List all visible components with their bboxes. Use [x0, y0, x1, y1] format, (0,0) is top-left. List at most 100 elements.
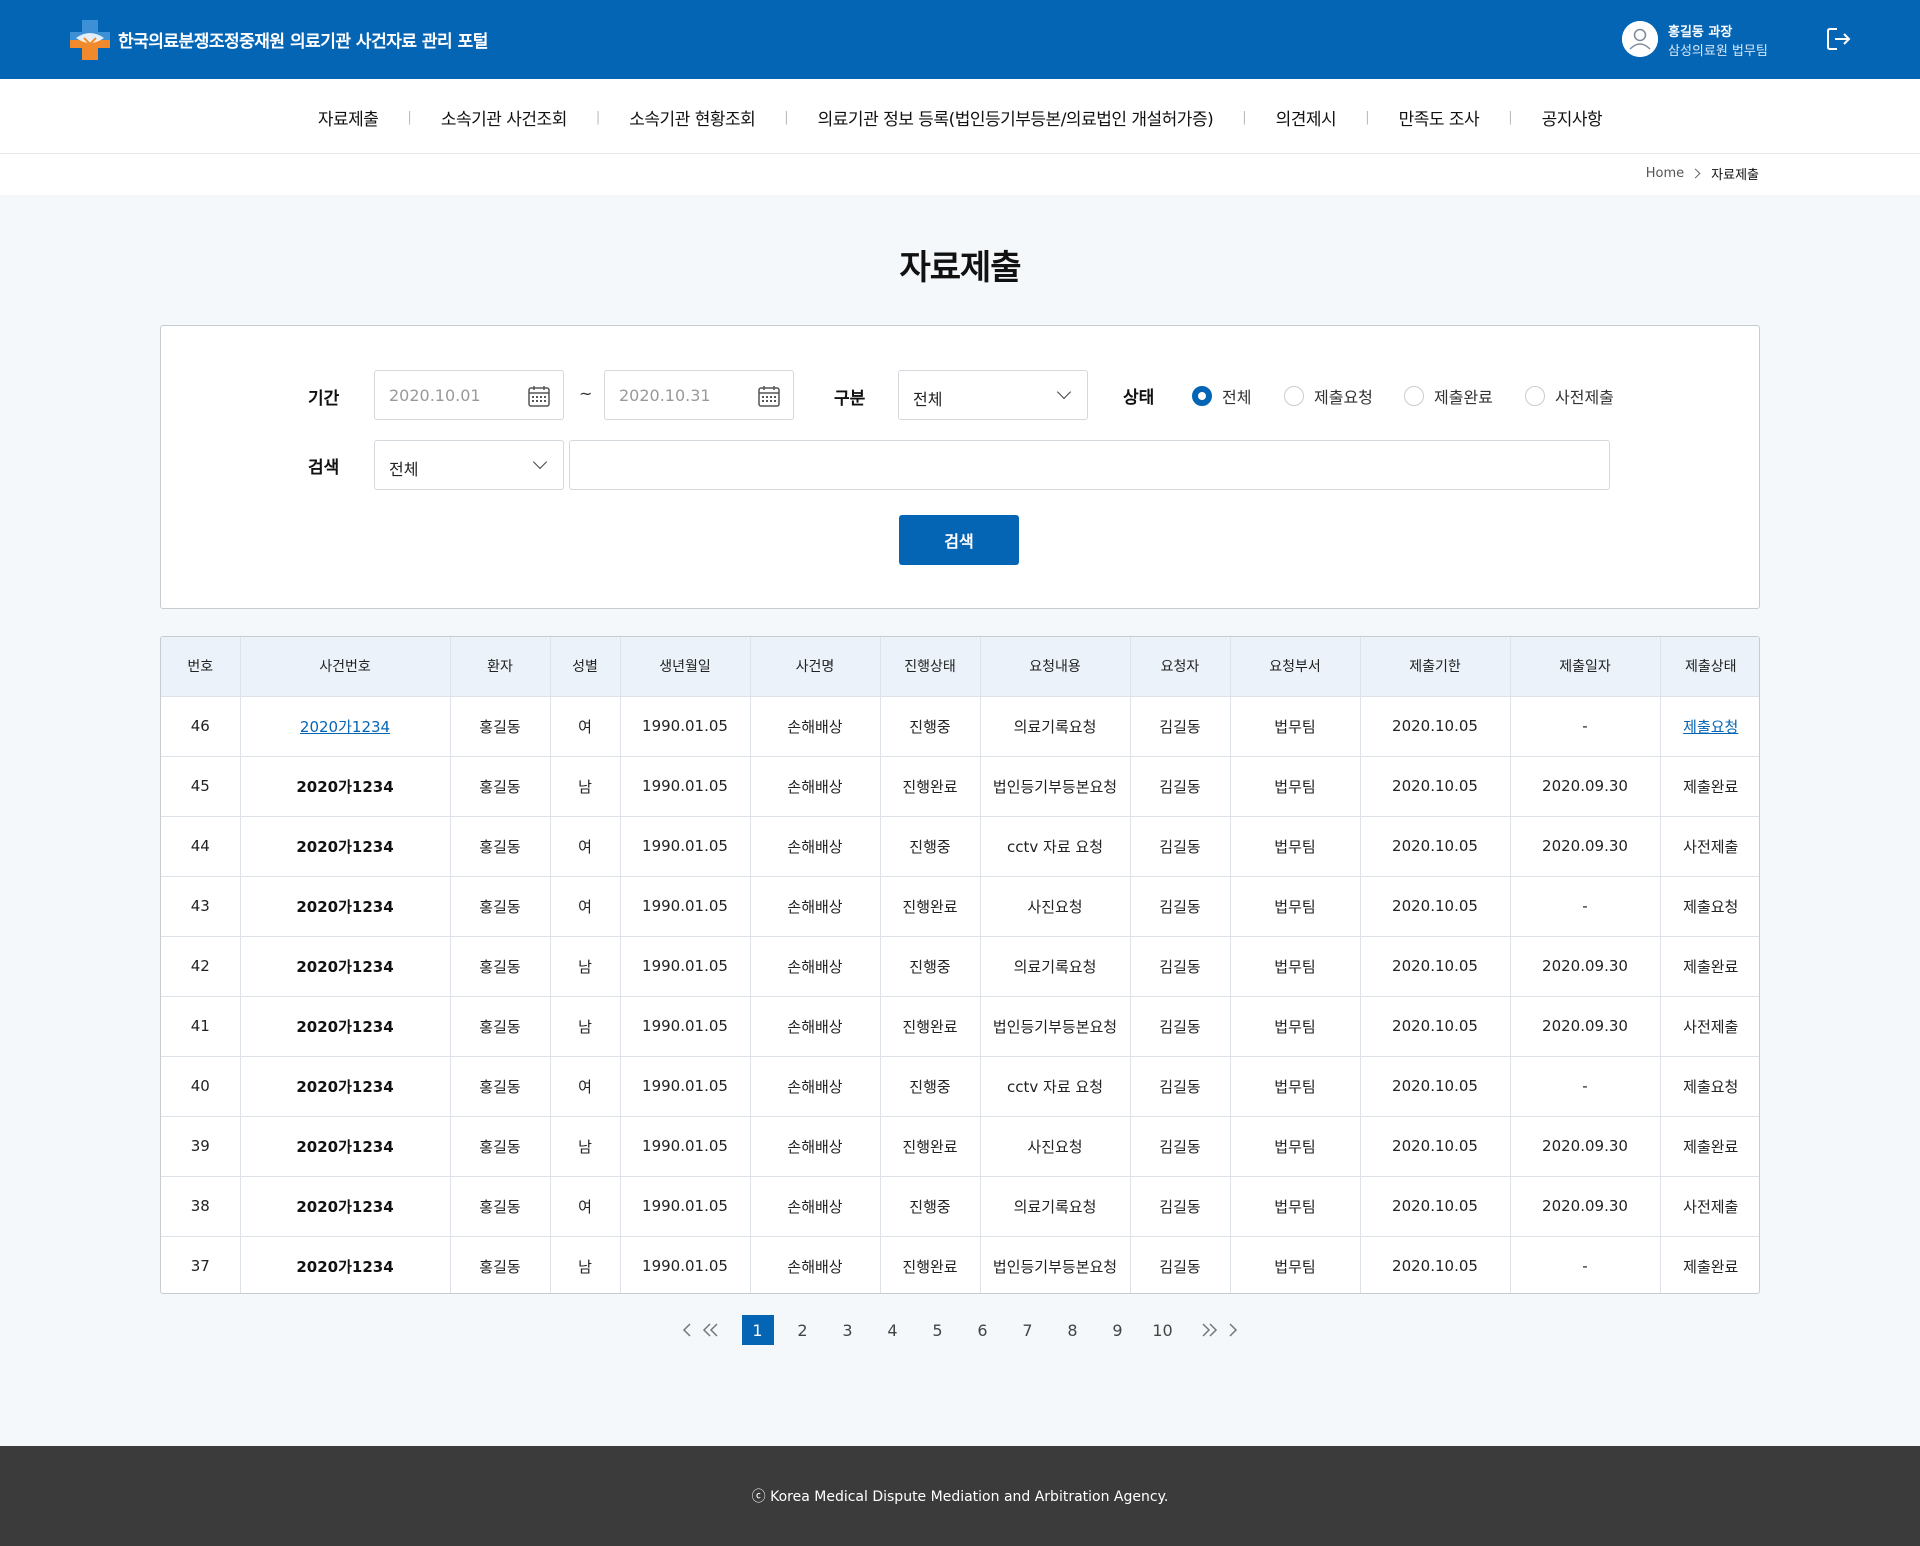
- nav-item[interactable]: 의료기관 정보 등록(법인등기부등본/의료법인 개설허가증): [789, 105, 1243, 130]
- page-number[interactable]: 6: [960, 1315, 1005, 1345]
- keyword-scope-select[interactable]: 전체: [374, 440, 564, 490]
- table-header-row: 번호 사건번호 환자 성별 생년월일 사건명 진행상태 요청내용 요청자 요청부서 제출기한 제출일자…: [161, 637, 1759, 697]
- table-cell: 손해배상: [750, 936, 881, 997]
- status-radio[interactable]: 제출요청: [1284, 384, 1373, 408]
- nav-item[interactable]: 자료제출: [289, 105, 408, 130]
- table-cell: 홍길동: [450, 1056, 551, 1117]
- table-cell: 김길동: [1130, 996, 1231, 1057]
- table-cell: 법인등기부등본요청: [980, 1236, 1131, 1293]
- table-cell: 김길동: [1130, 1116, 1231, 1177]
- table-cell: 김길동: [1130, 1176, 1231, 1237]
- category-select[interactable]: 전체: [898, 370, 1088, 420]
- radio-circle-icon[interactable]: [1192, 386, 1212, 406]
- table-cell: 홍길동: [450, 816, 551, 877]
- page-number[interactable]: 9: [1095, 1315, 1140, 1345]
- table-row[interactable]: 38 2020가1234 홍길동 여 1990.01.05 손해배상 진행중 의료기록요청 김길…: [161, 1176, 1759, 1237]
- table-cell: 법인등기부등본요청: [980, 996, 1131, 1057]
- status-radio[interactable]: 사전제출: [1525, 384, 1614, 408]
- status-radio-label: 제출완료: [1434, 388, 1493, 407]
- table-row[interactable]: 43 2020가1234 홍길동 여 1990.01.05 손해배상 진행완료 사진요청 김길동…: [161, 876, 1759, 937]
- table-cell: 2020가1234: [240, 1176, 451, 1237]
- nav-item[interactable]: 의견제시: [1247, 105, 1366, 130]
- table-cell: 44: [161, 816, 241, 877]
- table-row[interactable]: 44 2020가1234 홍길동 여 1990.01.05 손해배상 진행중 cctv 자료 …: [161, 816, 1759, 877]
- table-row[interactable]: 45 2020가1234 홍길동 남 1990.01.05 손해배상 진행완료 법인등기부등본…: [161, 756, 1759, 817]
- table-cell: 2020가1234: [240, 996, 451, 1057]
- nav-item[interactable]: 소속기관 사건조회: [412, 105, 596, 130]
- column-header: 요청자: [1130, 637, 1231, 697]
- radio-circle-icon[interactable]: [1404, 386, 1424, 406]
- table-cell: 법무팀: [1230, 1176, 1361, 1237]
- top-header: 한국의료분쟁조정중재원 의료기관 사건자료 관리 포털 홍길동 과장 삼성의료원…: [0, 0, 1920, 79]
- table-cell: 2020가1234: [240, 816, 451, 877]
- table-cell: 2020.10.05: [1360, 996, 1511, 1057]
- table-cell: 손해배상: [750, 1056, 881, 1117]
- table-row[interactable]: 42 2020가1234 홍길동 남 1990.01.05 손해배상 진행중 의료기록요청 김길…: [161, 936, 1759, 997]
- table-cell: 법무팀: [1230, 816, 1361, 877]
- table-cell: 사전제출: [1660, 996, 1759, 1057]
- date-from-value: 2020.10.01: [389, 386, 481, 405]
- table-row[interactable]: 41 2020가1234 홍길동 남 1990.01.05 손해배상 진행완료 법인등기부등본…: [161, 996, 1759, 1057]
- submission-status-link[interactable]: 제출요청: [1683, 718, 1738, 736]
- table-cell: 여: [550, 1056, 621, 1117]
- status-radio[interactable]: 전체: [1192, 384, 1251, 408]
- status-radio-label: 사전제출: [1555, 388, 1614, 407]
- page-number[interactable]: 2: [780, 1315, 825, 1345]
- nav-item[interactable]: 공지사항: [1513, 105, 1632, 130]
- status-radio[interactable]: 제출완료: [1404, 384, 1493, 408]
- copyright-text: ⓒ Korea Medical Dispute Mediation and Ar…: [751, 1489, 1169, 1505]
- date-from-field[interactable]: 2020.10.01: [374, 370, 564, 420]
- category-value: 전체: [913, 390, 943, 409]
- page-number-label: 5: [932, 1320, 943, 1340]
- table-cell: 여: [550, 696, 621, 757]
- keyword-input[interactable]: [569, 440, 1610, 490]
- table-cell: 남: [550, 996, 621, 1057]
- column-header: 제출상태: [1660, 637, 1759, 697]
- first-page-icon[interactable]: [699, 1315, 723, 1345]
- table-cell: 김길동: [1130, 696, 1231, 757]
- logout-icon[interactable]: [1824, 24, 1854, 54]
- radio-circle-icon[interactable]: [1525, 386, 1545, 406]
- portal-title[interactable]: 한국의료분쟁조정중재원 의료기관 사건자료 관리 포털: [118, 27, 488, 52]
- page-number[interactable]: 3: [825, 1315, 870, 1345]
- date-to-field[interactable]: 2020.10.31: [604, 370, 794, 420]
- table-cell: 남: [550, 756, 621, 817]
- nav-item[interactable]: 소속기관 현황조회: [600, 105, 784, 130]
- page-number[interactable]: 8: [1050, 1315, 1095, 1345]
- table-cell: 진행중: [880, 816, 981, 877]
- table-row[interactable]: 40 2020가1234 홍길동 여 1990.01.05 손해배상 진행중 cctv 자료 …: [161, 1056, 1759, 1117]
- table-cell: 남: [550, 1236, 621, 1293]
- nav-item[interactable]: 만족도 조사: [1370, 105, 1509, 130]
- page-number[interactable]: 7: [1005, 1315, 1050, 1345]
- breadcrumb: Home 자료제출: [1646, 164, 1759, 183]
- table-row[interactable]: 46 2020가1234 홍길동 여 1990.01.05 손해배상 진행중 의료기록요청 김길…: [161, 696, 1759, 757]
- table-cell: 사진요청: [980, 876, 1131, 937]
- table-cell: 1990.01.05: [620, 936, 751, 997]
- table-cell: 2020가1234: [240, 936, 451, 997]
- prev-page-icon[interactable]: [675, 1315, 699, 1345]
- table-cell: 법무팀: [1230, 936, 1361, 997]
- page-number[interactable]: 4: [870, 1315, 915, 1345]
- table-cell: 제출완료: [1683, 1257, 1739, 1276]
- calendar-icon[interactable]: [527, 384, 551, 408]
- table-row[interactable]: 39 2020가1234 홍길동 남 1990.01.05 손해배상 진행완료 사진요청 김길동…: [161, 1116, 1759, 1177]
- case-number-link[interactable]: 2020가1234: [300, 718, 390, 736]
- last-page-icon[interactable]: [1197, 1315, 1221, 1345]
- radio-circle-icon[interactable]: [1284, 386, 1304, 406]
- table-cell: 홍길동: [450, 936, 551, 997]
- breadcrumb-home[interactable]: Home: [1646, 166, 1684, 181]
- calendar-icon[interactable]: [757, 384, 781, 408]
- logo-icon[interactable]: [70, 20, 110, 60]
- page-number[interactable]: 5: [915, 1315, 960, 1345]
- page-number[interactable]: 10: [1140, 1315, 1185, 1345]
- breadcrumb-bar: Home 자료제출: [0, 154, 1920, 195]
- table-cell: 46: [161, 696, 241, 757]
- table-cell: cctv 자료 요청: [980, 1056, 1131, 1117]
- table-row[interactable]: 37 2020가1234 홍길동 남 1990.01.05 손해배상 진행완료 법인등기부등본…: [161, 1236, 1759, 1293]
- category-label: 구분: [834, 389, 866, 409]
- page-number[interactable]: 1: [735, 1315, 780, 1345]
- next-page-icon[interactable]: [1221, 1315, 1245, 1345]
- table-cell: 1990.01.05: [620, 756, 751, 817]
- table-cell: 2020.10.05: [1360, 756, 1511, 817]
- search-button[interactable]: 검색: [899, 515, 1019, 565]
